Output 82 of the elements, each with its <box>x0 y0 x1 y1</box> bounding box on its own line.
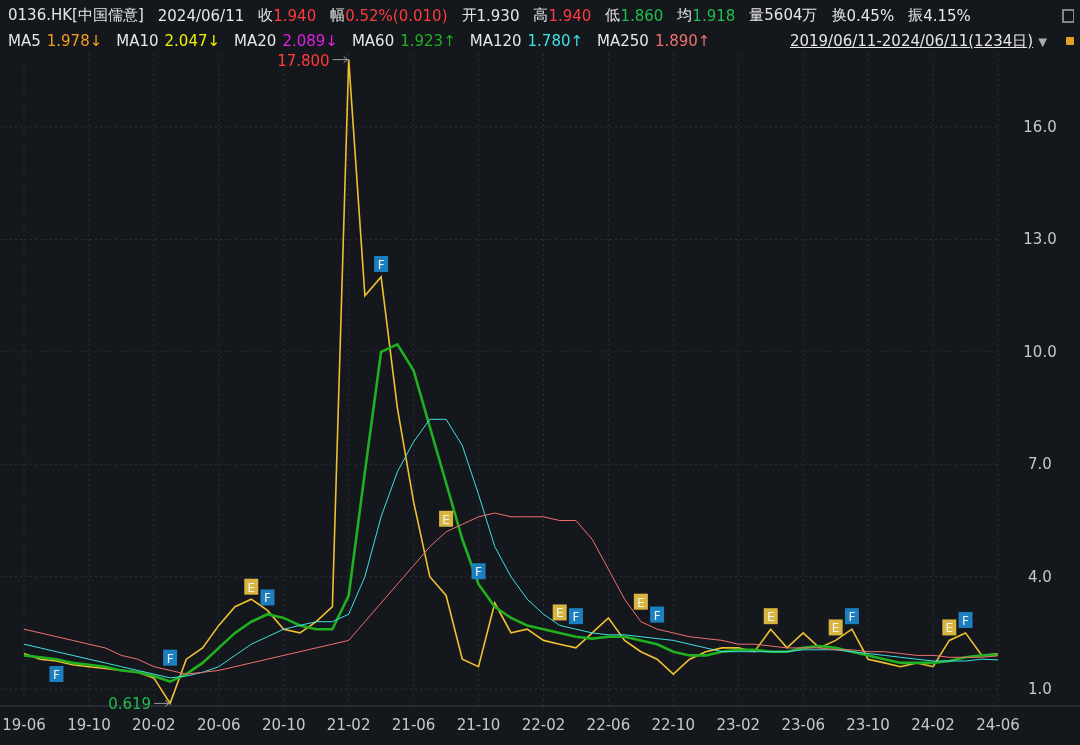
ma-label: MA60 <box>351 32 395 51</box>
annotation: F <box>962 613 970 628</box>
x-axis-label: 20-10 <box>261 716 306 734</box>
ma-value: 1.780↑ <box>527 32 584 51</box>
x-axis-label: 23-02 <box>716 716 761 734</box>
ma-value: 2.089↓ <box>282 32 338 51</box>
field-label: 开 <box>461 6 477 26</box>
tag-icon[interactable] <box>1066 36 1074 47</box>
stock-symbol: 0136.HK[中国儒意] <box>8 6 144 26</box>
field-label: 量 <box>749 6 765 26</box>
field-label: 均 <box>677 6 693 26</box>
annotation: F <box>572 610 580 625</box>
y-axis-label: 10.0 <box>1023 342 1057 361</box>
field-value: 0.52%(0.010) <box>345 6 448 25</box>
annotation: F <box>264 591 272 606</box>
x-axis-label: 20-02 <box>132 716 176 734</box>
field-value: 4.15% <box>923 6 971 25</box>
event-marker[interactable]: F <box>374 255 389 272</box>
annotation: E <box>637 595 645 610</box>
event-marker[interactable]: F <box>260 589 275 606</box>
y-axis-label: 4.0 <box>1028 567 1052 586</box>
ma-label: MA250 <box>597 32 649 51</box>
ma-label: MA10 <box>116 32 159 51</box>
annotation: F <box>166 651 174 666</box>
x-axis-label: 19-06 <box>2 716 46 734</box>
field-value: 0.45% <box>846 6 895 25</box>
field-value: 1.918 <box>692 6 736 25</box>
field-label: 高 <box>533 6 549 26</box>
annotation: F <box>377 257 385 272</box>
x-axis-label: 23-06 <box>781 716 825 734</box>
annotation: F <box>848 610 856 625</box>
ma-label: MA120 <box>469 32 522 51</box>
x-axis-label: 21-02 <box>326 716 371 734</box>
x-axis-label: 20-06 <box>197 716 241 734</box>
ma-value: 1.890↑ <box>654 32 711 51</box>
y-axis-label: 16.0 <box>1023 118 1057 137</box>
event-marker[interactable]: F <box>163 649 178 666</box>
field-label: 换 <box>831 6 847 26</box>
field-value: 5604万 <box>764 6 818 26</box>
x-axis-label: 19-10 <box>67 716 111 734</box>
annotation: F <box>53 668 61 683</box>
x-axis-label: 22-06 <box>586 716 631 734</box>
x-axis-label: 21-10 <box>456 716 501 734</box>
field-label: 幅 <box>330 6 346 26</box>
window-icon[interactable] <box>1062 8 1074 23</box>
x-axis-label: 24-06 <box>976 716 1020 734</box>
annotation: F <box>475 565 483 580</box>
y-axis-label: 7.0 <box>1028 455 1052 474</box>
x-axis-label: 22-02 <box>521 716 566 734</box>
field-label: 振 <box>908 6 924 26</box>
field-value: 1.930 <box>476 6 520 25</box>
event-marker[interactable]: F <box>49 666 64 683</box>
ma-label: MA20 <box>234 32 277 51</box>
field-value: 1.860 <box>620 6 664 25</box>
field-value: 1.940 <box>273 6 317 25</box>
x-axis-label: 21-06 <box>391 716 436 734</box>
y-axis-label: 1.0 <box>1028 680 1052 699</box>
field-label: 低 <box>605 6 621 26</box>
event-marker[interactable]: F <box>568 608 583 625</box>
y-axis-label: 13.0 <box>1023 230 1057 249</box>
low-price-label: 0.619 <box>108 695 152 714</box>
ma-label: MA5 <box>8 32 41 51</box>
field-label: 收 <box>258 6 274 26</box>
x-axis-label: 22-10 <box>651 716 696 734</box>
event-marker[interactable]: F <box>844 608 859 625</box>
quote-date: 2024/06/11 <box>157 6 245 25</box>
x-axis-label: 24-02 <box>911 716 955 734</box>
dropdown-button[interactable]: ▼ <box>1033 32 1052 50</box>
field-value: 1.940 <box>548 6 592 25</box>
date-range-link[interactable]: 2019/06/11-2024/06/11(1234日) <box>789 31 1034 51</box>
high-price-label: 17.800 <box>277 54 330 70</box>
annotation: E <box>442 512 450 527</box>
ma-value: 1.978↓ <box>46 32 103 51</box>
leader-line <box>153 699 170 707</box>
x-axis-label: 23-10 <box>846 716 890 734</box>
ma-value: 2.047↓ <box>164 32 221 51</box>
event-marker[interactable]: F <box>650 606 665 623</box>
event-marker[interactable]: F <box>471 563 486 580</box>
leader-line <box>332 56 349 64</box>
annotation: F <box>653 608 661 623</box>
ma-value: 1.923↑ <box>400 32 456 51</box>
event-marker[interactable]: F <box>958 611 973 628</box>
